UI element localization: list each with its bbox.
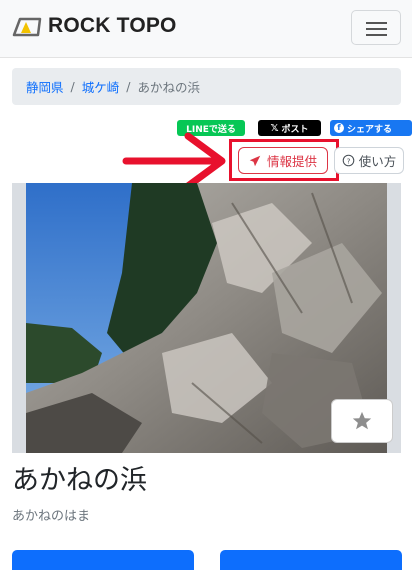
brand-logo-link[interactable]: ROCK TOPO bbox=[12, 14, 177, 38]
paper-plane-icon bbox=[249, 155, 261, 166]
breadcrumb-link-prefecture[interactable]: 静岡県 bbox=[26, 77, 64, 96]
help-label: 使い方 bbox=[358, 154, 397, 169]
hamburger-icon bbox=[366, 22, 387, 24]
star-icon bbox=[352, 411, 372, 430]
facebook-share-button[interactable]: f シェアする bbox=[330, 120, 412, 136]
breadcrumb-separator: / bbox=[126, 79, 131, 94]
help-button[interactable]: ? 使い方 bbox=[334, 147, 404, 174]
primary-action-button-left[interactable] bbox=[12, 550, 194, 570]
spot-reading: あかねのはま bbox=[12, 509, 91, 524]
menu-toggle-button[interactable] bbox=[351, 10, 401, 45]
primary-action-button-right[interactable] bbox=[220, 550, 402, 570]
question-circle-icon: ? bbox=[342, 154, 355, 167]
mountain-logo-icon bbox=[12, 17, 42, 37]
facebook-share-label: シェアする bbox=[347, 124, 393, 135]
spot-title: あかねの浜 bbox=[12, 465, 147, 496]
x-post-button[interactable]: 𝕏 ポスト bbox=[258, 120, 321, 136]
breadcrumb-separator: / bbox=[70, 79, 75, 94]
report-info-button[interactable]: 情報提供 bbox=[238, 147, 328, 174]
x-logo-icon: 𝕏 bbox=[270, 122, 279, 134]
x-post-label: ポスト bbox=[281, 124, 309, 135]
facebook-logo-icon: f bbox=[334, 123, 344, 133]
navbar: ROCK TOPO bbox=[0, 0, 412, 58]
breadcrumb: 静岡県 / 城ケ崎 / あかねの浜 bbox=[12, 68, 401, 105]
annotation-arrow bbox=[122, 132, 226, 190]
brand-name: ROCK TOPO bbox=[48, 14, 177, 37]
breadcrumb-current: あかねの浜 bbox=[137, 80, 200, 95]
report-info-label: 情報提供 bbox=[266, 154, 317, 169]
favorite-button[interactable] bbox=[331, 399, 393, 443]
svg-text:?: ? bbox=[346, 156, 350, 165]
breadcrumb-link-area[interactable]: 城ケ崎 bbox=[82, 77, 120, 96]
